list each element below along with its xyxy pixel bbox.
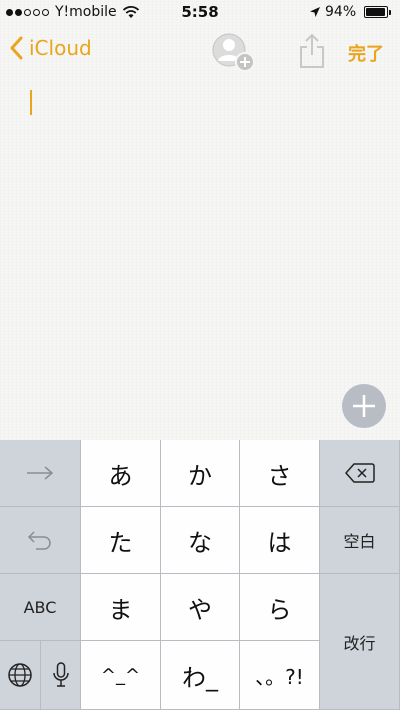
space-key[interactable]: 空白 — [320, 507, 400, 574]
punctuation-key[interactable]: 、。?! — [240, 641, 320, 710]
location-arrow-icon — [310, 7, 320, 17]
microphone-icon — [52, 662, 69, 687]
share-icon[interactable] — [298, 33, 326, 69]
microphone-key[interactable] — [41, 641, 81, 710]
kana-key-ta[interactable]: た — [81, 507, 161, 574]
note-text-area[interactable] — [0, 76, 400, 440]
undo-icon — [27, 531, 51, 550]
kana-key-wa[interactable]: わ_ — [161, 641, 240, 710]
add-person-icon[interactable] — [211, 32, 257, 72]
kana-key-ra[interactable]: ら — [240, 574, 320, 641]
kana-key-sa[interactable]: さ — [240, 440, 320, 507]
status-bar: Y!mobile 5:58 94% — [0, 0, 400, 26]
return-key[interactable]: 改行 — [320, 574, 400, 710]
battery-icon — [364, 6, 388, 18]
kana-key-ya[interactable]: や — [161, 574, 240, 641]
next-candidate-key[interactable] — [0, 440, 81, 507]
navigation-bar: iCloud 完了 — [0, 26, 400, 76]
battery-level-fill — [366, 8, 385, 16]
japanese-kana-keyboard: ABC あ か さ た な は ま や ら ^_^ わ_ 、。?! 空白 改行 — [0, 440, 400, 710]
kana-key-na[interactable]: な — [161, 507, 240, 574]
globe-key[interactable] — [0, 641, 41, 710]
chevron-left-icon — [10, 36, 23, 60]
back-button[interactable]: iCloud — [10, 36, 92, 60]
kana-key-ka[interactable]: か — [161, 440, 240, 507]
battery-percentage: 94% — [325, 4, 357, 20]
delete-backspace-icon — [344, 463, 375, 483]
kana-key-ha[interactable]: は — [240, 507, 320, 574]
add-button[interactable] — [342, 384, 386, 428]
arrow-right-icon — [27, 466, 54, 480]
undo-key[interactable] — [0, 507, 81, 574]
delete-key[interactable] — [320, 440, 400, 507]
plus-icon — [353, 395, 375, 417]
battery-nub — [389, 10, 391, 15]
emoticon-key[interactable]: ^_^ — [81, 641, 161, 710]
text-cursor — [30, 90, 32, 115]
globe-icon — [8, 663, 32, 687]
kana-key-a[interactable]: あ — [81, 440, 161, 507]
notes-screen: Y!mobile 5:58 94% iCloud 完了 ABC あ か さ た … — [0, 0, 400, 710]
done-button[interactable]: 完了 — [348, 40, 384, 66]
kana-key-ma[interactable]: ま — [81, 574, 161, 641]
abc-key[interactable]: ABC — [0, 574, 81, 641]
back-label: iCloud — [29, 36, 92, 60]
